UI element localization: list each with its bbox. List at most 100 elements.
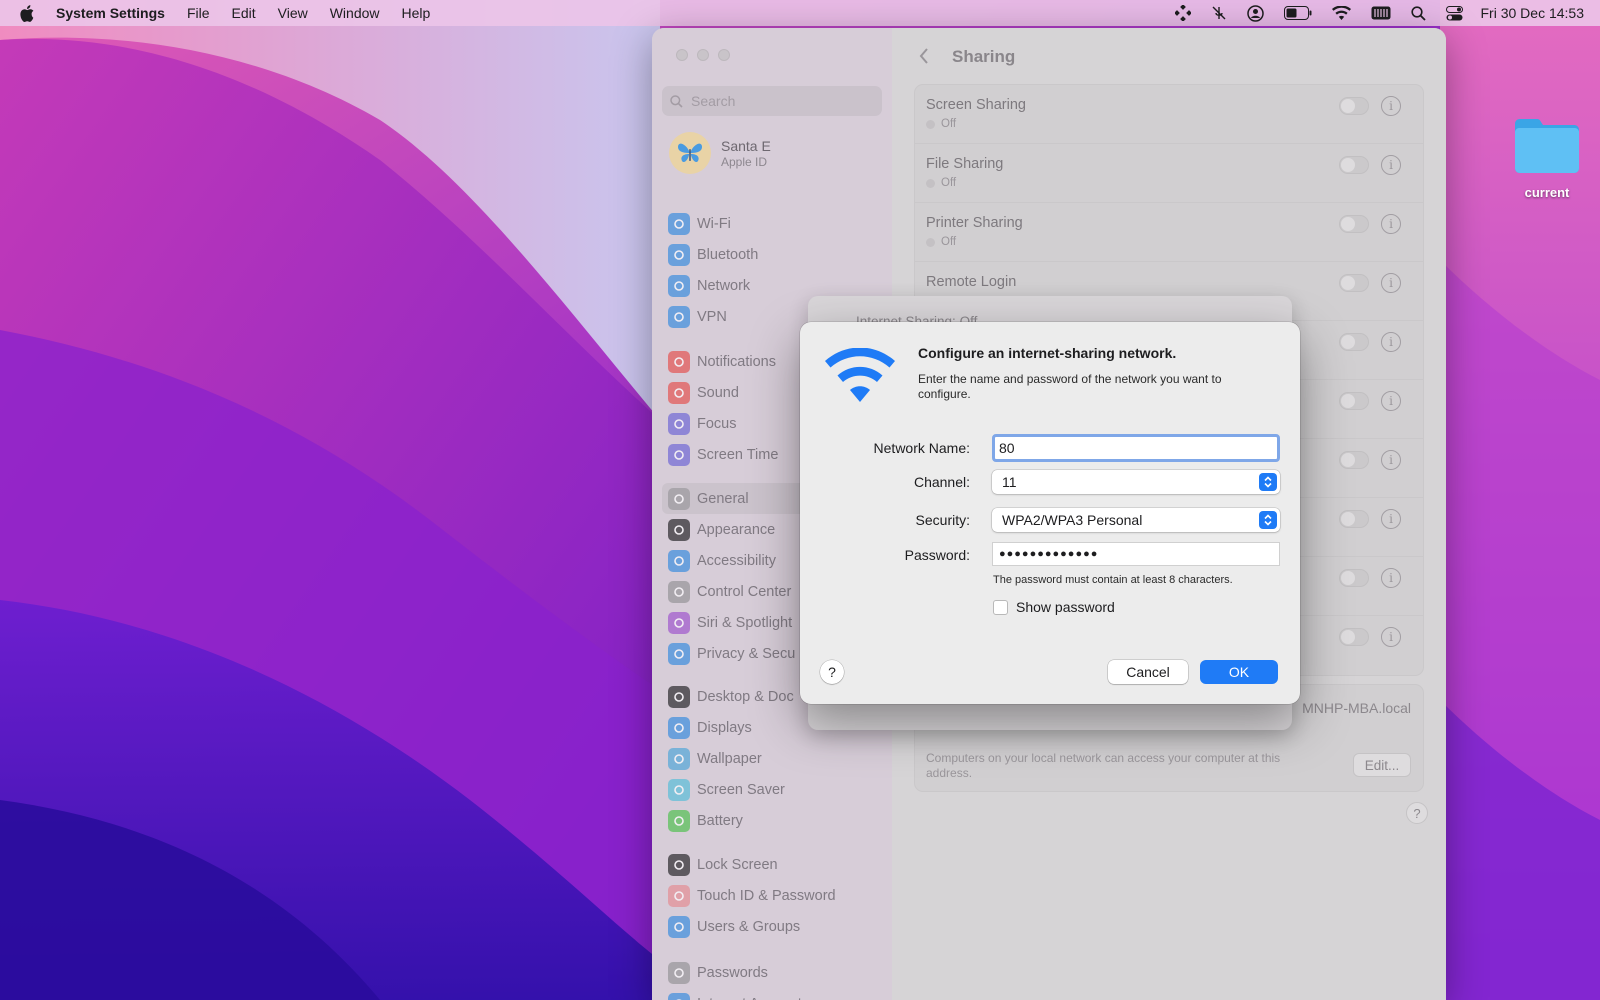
security-value: WPA2/WPA3 Personal	[1002, 512, 1143, 528]
users-icon	[668, 915, 690, 938]
window-controls	[676, 49, 739, 61]
menu-view[interactable]: View	[278, 5, 308, 21]
info-icon[interactable]: i	[1381, 627, 1401, 647]
edit-hostname-button[interactable]: Edit...	[1353, 753, 1411, 777]
user-account-icon[interactable]	[1246, 4, 1264, 22]
sidebar-item-label: Screen Time	[697, 446, 779, 463]
menu-window[interactable]: Window	[330, 5, 380, 21]
menu-help[interactable]: Help	[402, 5, 431, 21]
sidebar-item[interactable]: Wi-Fi	[662, 208, 892, 239]
hand-icon	[668, 642, 690, 665]
sidebar-item[interactable]: Battery	[662, 805, 892, 836]
service-toggle[interactable]	[1339, 628, 1369, 646]
back-chevron-icon[interactable]	[918, 46, 930, 71]
info-icon[interactable]: i	[1381, 273, 1401, 293]
apple-menu-icon[interactable]	[20, 4, 34, 22]
sun-icon	[668, 716, 690, 739]
service-toggle[interactable]	[1339, 215, 1369, 233]
butterfly-icon	[678, 143, 702, 163]
battery-icon[interactable]	[1283, 6, 1312, 20]
info-icon[interactable]: i	[1381, 214, 1401, 234]
sidebar-group: Lock Screen Touch ID & Password Users & Gr…	[662, 849, 892, 942]
service-toggle[interactable]	[1339, 156, 1369, 174]
spotlight-search-icon[interactable]	[1410, 5, 1426, 21]
password-field[interactable]: ●●●●●●●●●●●●●	[992, 542, 1280, 566]
wifi-status-icon[interactable]	[1331, 6, 1351, 20]
sidebar-item-label: Control Center	[697, 583, 792, 600]
sidebar-item[interactable]: Bluetooth	[662, 239, 892, 270]
sidebar-item-label: Desktop & Doc	[697, 688, 794, 705]
info-icon[interactable]: i	[1381, 568, 1401, 588]
service-toggle[interactable]	[1339, 451, 1369, 469]
status-app-icon[interactable]	[1174, 5, 1191, 21]
wifi-icon	[825, 348, 895, 402]
mic-muted-icon[interactable]	[1211, 5, 1227, 21]
sidebar-item[interactable]: Internet Accounts	[662, 988, 892, 1000]
sidebar-item-label: Screen Saver	[697, 781, 785, 798]
at-icon	[668, 992, 690, 1000]
service-toggle[interactable]	[1339, 274, 1369, 292]
service-toggle[interactable]	[1339, 569, 1369, 587]
service-toggle[interactable]	[1339, 510, 1369, 528]
service-toggle[interactable]	[1339, 97, 1369, 115]
menu-edit[interactable]: Edit	[232, 5, 256, 21]
info-icon[interactable]: i	[1381, 450, 1401, 470]
lock-icon	[668, 853, 690, 876]
sidebar-item[interactable]: Wallpaper	[662, 743, 892, 774]
menu-file[interactable]: File	[187, 5, 210, 21]
info-icon[interactable]: i	[1381, 96, 1401, 116]
sidebar-item[interactable]: Touch ID & Password	[662, 880, 892, 911]
service-status-text: Off	[941, 236, 957, 248]
sidebar-item-label: Focus	[697, 415, 737, 432]
service-status: Off	[926, 118, 956, 130]
zoom-button[interactable]	[718, 49, 730, 61]
control-center-icon[interactable]	[1445, 5, 1463, 21]
info-icon[interactable]: i	[1381, 155, 1401, 175]
search-input[interactable]: Search	[662, 86, 882, 116]
network-name-field[interactable]: 80	[992, 434, 1280, 462]
menu-clock[interactable]: Fri 30 Dec 14:53	[1481, 5, 1585, 21]
service-toggle[interactable]	[1339, 333, 1369, 351]
info-icon[interactable]: i	[1381, 332, 1401, 352]
service-status: Off	[926, 236, 956, 248]
moon-icon	[668, 412, 690, 435]
menu-app-name[interactable]: System Settings	[56, 5, 165, 21]
sidebar-item-label: Users & Groups	[697, 918, 801, 935]
security-label: Security:	[915, 512, 970, 528]
sidebar-item-label: Bluetooth	[697, 246, 759, 263]
cancel-button[interactable]: Cancel	[1108, 660, 1188, 684]
sidebar-item[interactable]: Passwords	[662, 957, 892, 988]
apple-id-account[interactable]: Santa E Apple ID	[669, 132, 771, 174]
accessibility-icon	[668, 549, 690, 572]
screensaver-icon	[668, 778, 690, 801]
close-button[interactable]	[676, 49, 688, 61]
sidebar-item[interactable]: Lock Screen	[662, 849, 892, 880]
sidebar-item-label: Accessibility	[697, 552, 776, 569]
ok-button[interactable]: OK	[1200, 660, 1278, 684]
siri-icon	[668, 611, 690, 634]
minimize-button[interactable]	[697, 49, 709, 61]
help-button[interactable]: ?	[1406, 802, 1428, 824]
dialog-help-button[interactable]: ?	[820, 660, 844, 684]
sidebar-item[interactable]: Screen Saver	[662, 774, 892, 805]
bell-icon	[668, 350, 690, 373]
globe-icon	[668, 305, 690, 328]
wifi-icon	[668, 212, 690, 235]
keyboard-input-icon[interactable]	[1371, 6, 1391, 20]
sidebar-item-label: General	[697, 490, 749, 507]
account-name: Santa E	[721, 137, 771, 154]
info-icon[interactable]: i	[1381, 509, 1401, 529]
show-password-label: Show password	[1016, 599, 1115, 615]
sidebar-item-label: Privacy & Secu	[697, 645, 796, 662]
info-icon[interactable]: i	[1381, 391, 1401, 411]
key-icon	[668, 961, 690, 984]
sidebar-item[interactable]: Users & Groups	[662, 911, 892, 942]
channel-select[interactable]: 11	[992, 470, 1280, 494]
desktop-folder[interactable]: current	[1512, 118, 1582, 200]
checkbox-box[interactable]	[993, 599, 1008, 615]
service-toggle[interactable]	[1339, 392, 1369, 410]
security-select[interactable]: WPA2/WPA3 Personal	[992, 508, 1280, 532]
local-hostname: MNHP-MBA.local	[1302, 700, 1411, 716]
network-name-label: Network Name:	[873, 440, 970, 456]
show-password-checkbox[interactable]: Show password	[993, 599, 1115, 615]
